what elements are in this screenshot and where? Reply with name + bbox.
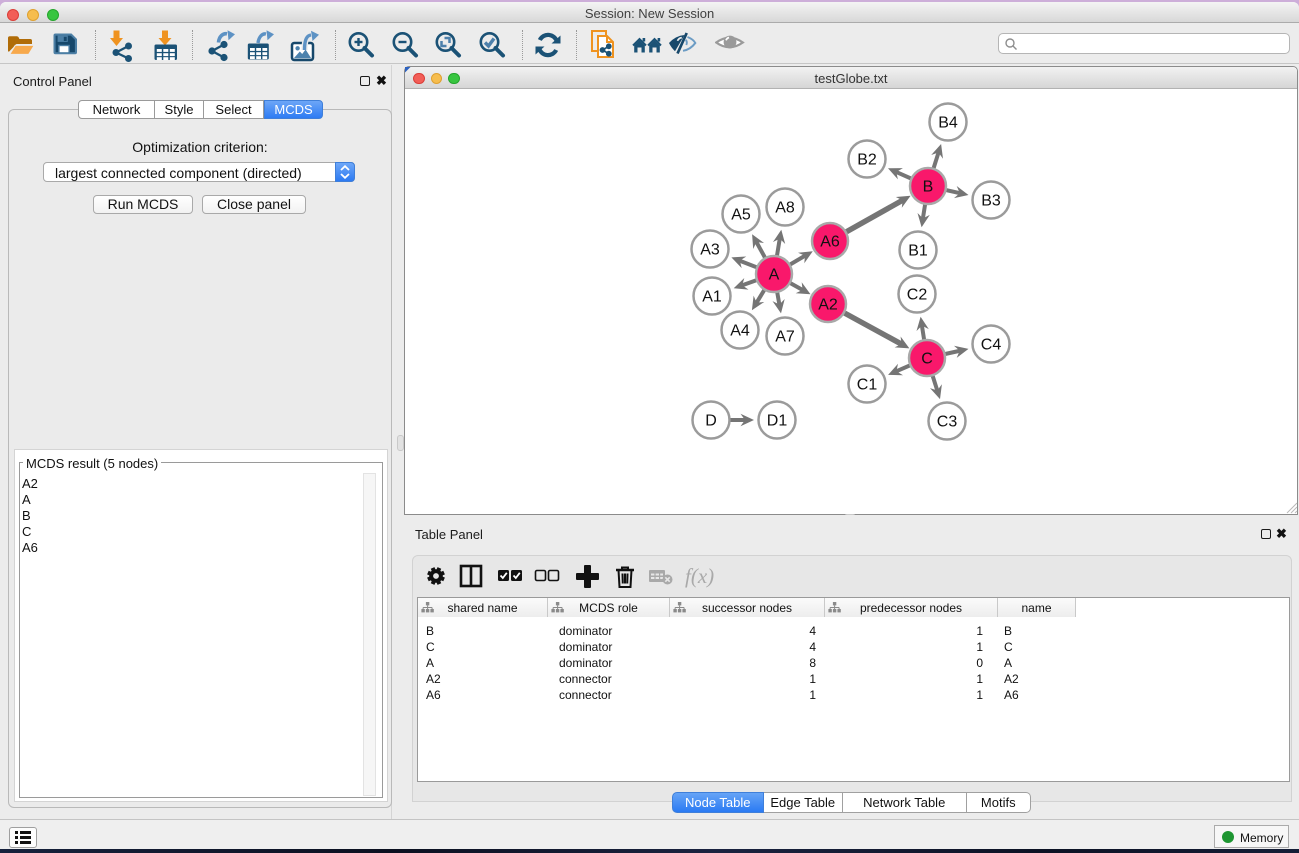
svg-text:B2: B2 bbox=[857, 152, 877, 169]
svg-text:B: B bbox=[923, 179, 934, 196]
svg-text:A6: A6 bbox=[820, 234, 840, 251]
svg-text:A3: A3 bbox=[700, 242, 720, 259]
svg-text:C4: C4 bbox=[981, 337, 1002, 354]
svg-text:A: A bbox=[769, 267, 780, 284]
svg-text:A5: A5 bbox=[731, 207, 751, 224]
svg-text:B3: B3 bbox=[981, 193, 1001, 210]
svg-text:C3: C3 bbox=[937, 414, 958, 431]
svg-text:C1: C1 bbox=[857, 377, 878, 394]
svg-text:B1: B1 bbox=[908, 243, 928, 260]
svg-text:C2: C2 bbox=[907, 287, 928, 304]
svg-text:A7: A7 bbox=[775, 329, 795, 346]
svg-text:A8: A8 bbox=[775, 200, 795, 217]
svg-text:A4: A4 bbox=[730, 323, 750, 340]
svg-text:A1: A1 bbox=[702, 289, 722, 306]
svg-text:A2: A2 bbox=[818, 297, 838, 314]
svg-text:D: D bbox=[705, 413, 717, 430]
svg-text:C: C bbox=[921, 351, 933, 368]
svg-text:D1: D1 bbox=[767, 413, 788, 430]
svg-text:B4: B4 bbox=[938, 115, 958, 132]
